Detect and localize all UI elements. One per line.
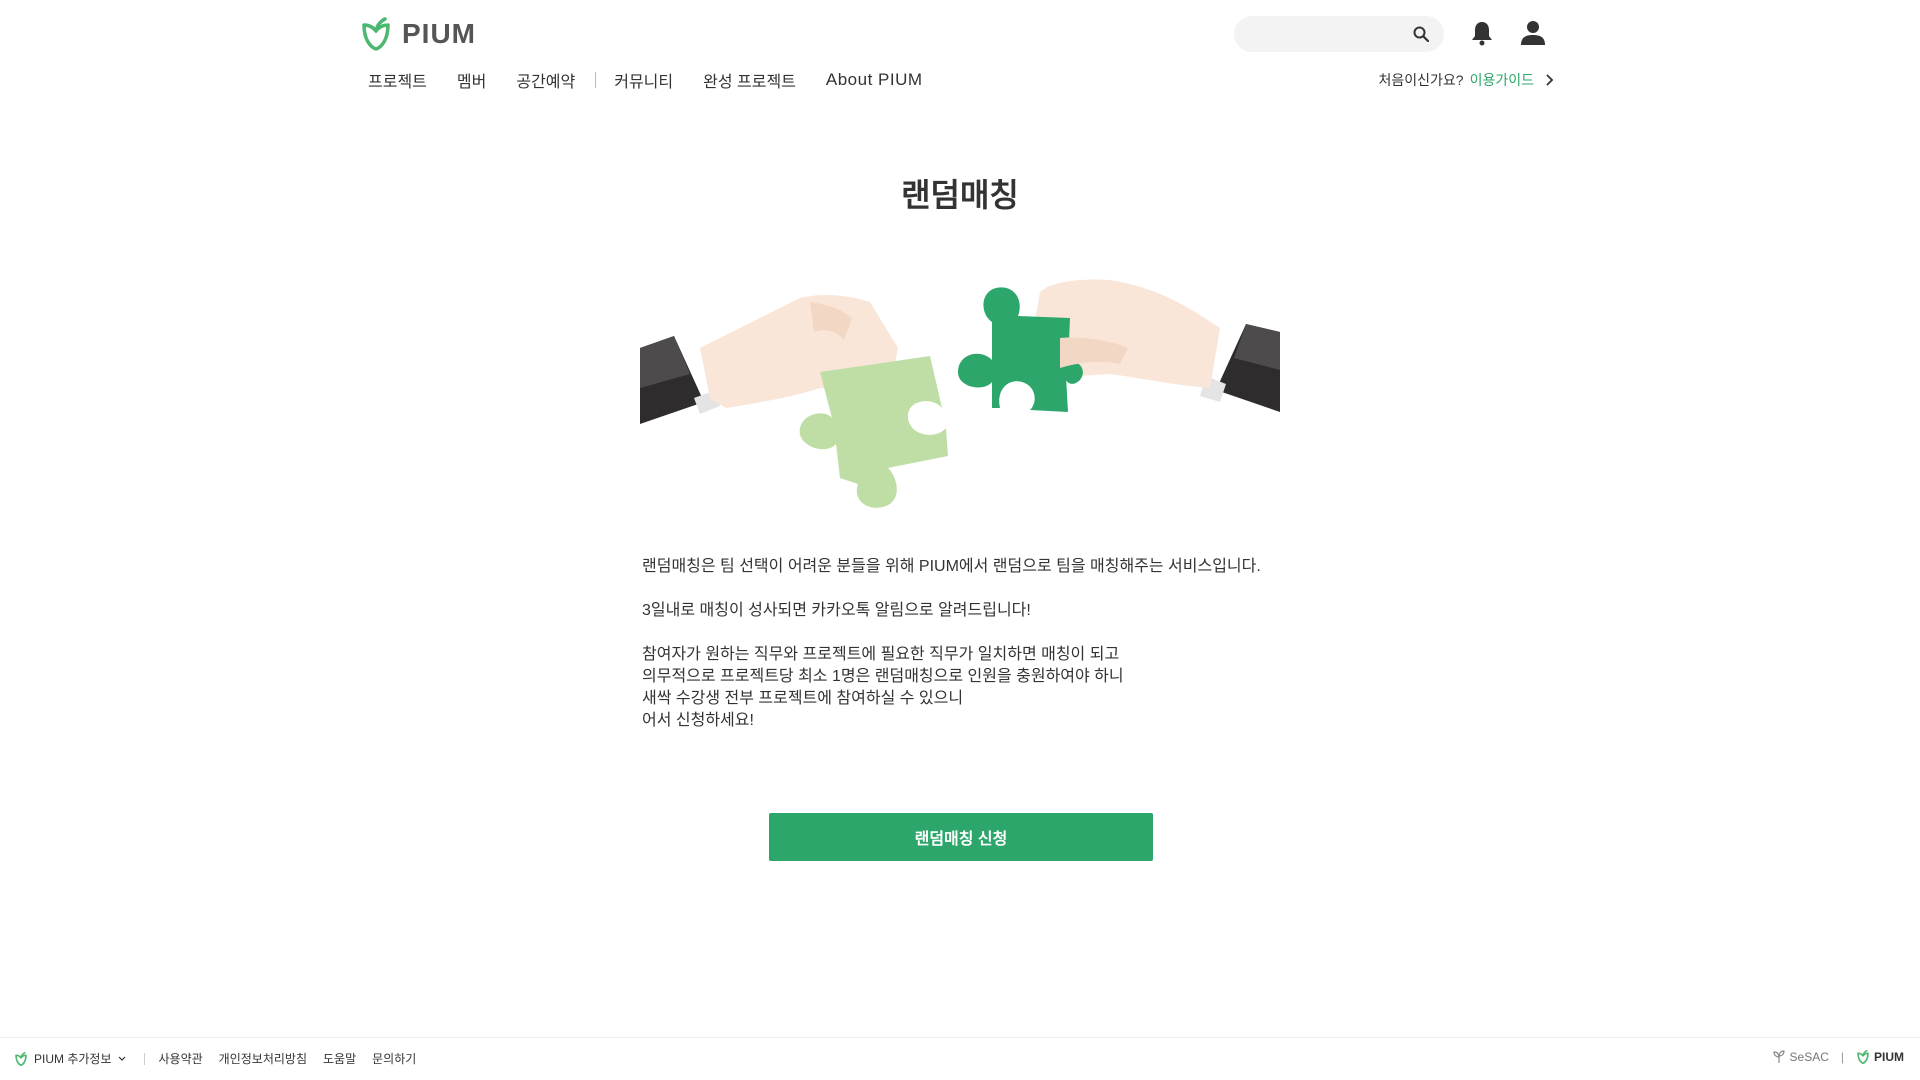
- guide-link-area[interactable]: 처음이신가요? 이용가이드: [1379, 70, 1554, 90]
- user-icon[interactable]: [1520, 20, 1546, 46]
- chevron-right-icon[interactable]: [1544, 73, 1554, 87]
- puzzle-piece-light: [799, 356, 948, 508]
- nav-item-space-reservation[interactable]: 공간예약: [516, 68, 575, 92]
- header: PIUM 프로젝트 멤버 공간예약 커뮤니티 완성 프로젝트 About PIU…: [0, 0, 1920, 110]
- description-line: 의무적으로 프로젝트당 최소 1명은 랜덤매칭으로 인원을 충원하여야 하니: [642, 668, 1124, 685]
- footer-info-label: PIUM 추가정보: [34, 1052, 112, 1066]
- page-title: 랜덤매칭: [901, 177, 1019, 213]
- guide-link[interactable]: 이용가이드: [1470, 70, 1534, 90]
- footer: PIUM 추가정보 사용약관 개인정보처리방침 도움말 문의하기 SeSAC |…: [0, 1037, 1920, 1080]
- footer-right: SeSAC | PIUM: [1772, 1050, 1904, 1064]
- main-nav: 프로젝트 멤버 공간예약 커뮤니티 완성 프로젝트 About PIUM: [368, 68, 953, 92]
- footer-divider: [143, 1052, 145, 1065]
- nav-item-about[interactable]: About PIUM: [826, 70, 923, 90]
- footer-info-dropdown[interactable]: PIUM 추가정보: [14, 1050, 126, 1067]
- footer-right-divider: |: [1840, 1050, 1844, 1064]
- sesac-logo[interactable]: SeSAC: [1772, 1050, 1829, 1064]
- pium-leaf-icon: [15, 1051, 27, 1066]
- pium-mini-logo[interactable]: PIUM: [1856, 1050, 1904, 1064]
- logo[interactable]: PIUM: [360, 16, 476, 52]
- chevron-down-icon: [118, 1056, 125, 1061]
- logo-text: PIUM: [402, 18, 476, 49]
- pium-leaf-icon: [362, 17, 390, 51]
- description: 랜덤매칭은 팀 선택이 어려운 분들을 위해 PIUM에서 랜덤으로 팀을 매칭…: [642, 556, 1342, 732]
- pium-leaf-icon: [1857, 1050, 1869, 1064]
- nav-item-projects[interactable]: 프로젝트: [368, 68, 427, 92]
- nav-item-community[interactable]: 커뮤니티: [614, 68, 673, 92]
- sesac-label: SeSAC: [1789, 1050, 1829, 1064]
- sesac-sprout-icon: [1772, 1050, 1785, 1063]
- pium-mini-label: PIUM: [1874, 1050, 1904, 1064]
- description-line: 새싹 수강생 전부 프로젝트에 참여하실 수 있으니: [642, 690, 964, 707]
- description-block: 참여자가 원하는 직무와 프로젝트에 필요한 직무가 일치하면 매칭이 되고 의…: [642, 644, 1342, 732]
- description-paragraph: 3일내로 매칭이 성사되면 카카오톡 알림으로 알려드립니다!: [642, 602, 1031, 619]
- description-line: 어서 신청하세요!: [642, 712, 754, 729]
- footer-link-terms[interactable]: 사용약관: [159, 1050, 203, 1067]
- footer-link-help[interactable]: 도움말: [323, 1050, 356, 1067]
- description-line: 참여자가 원하는 직무와 프로젝트에 필요한 직무가 일치하면 매칭이 되고: [642, 646, 1120, 663]
- puzzle-hands-illustration: [640, 279, 1280, 508]
- search-input[interactable]: [1234, 16, 1394, 52]
- footer-left: PIUM 추가정보 사용약관 개인정보처리방침 도움말 문의하기: [14, 1050, 432, 1067]
- nav-item-completed-projects[interactable]: 완성 프로젝트: [703, 68, 796, 92]
- random-matching-apply-button[interactable]: 랜덤매칭 신청: [769, 813, 1153, 861]
- nav-divider: [595, 72, 597, 88]
- description-paragraph: 랜덤매칭은 팀 선택이 어려운 분들을 위해 PIUM에서 랜덤으로 팀을 매칭…: [642, 558, 1261, 575]
- search-box[interactable]: [1234, 16, 1444, 52]
- guide-prompt: 처음이신가요?: [1378, 72, 1464, 88]
- nav-item-members[interactable]: 멤버: [457, 68, 486, 92]
- footer-link-privacy[interactable]: 개인정보처리방침: [219, 1050, 307, 1067]
- bell-icon[interactable]: [1470, 20, 1494, 46]
- footer-link-contact[interactable]: 문의하기: [372, 1050, 416, 1067]
- search-icon[interactable]: [1412, 25, 1430, 43]
